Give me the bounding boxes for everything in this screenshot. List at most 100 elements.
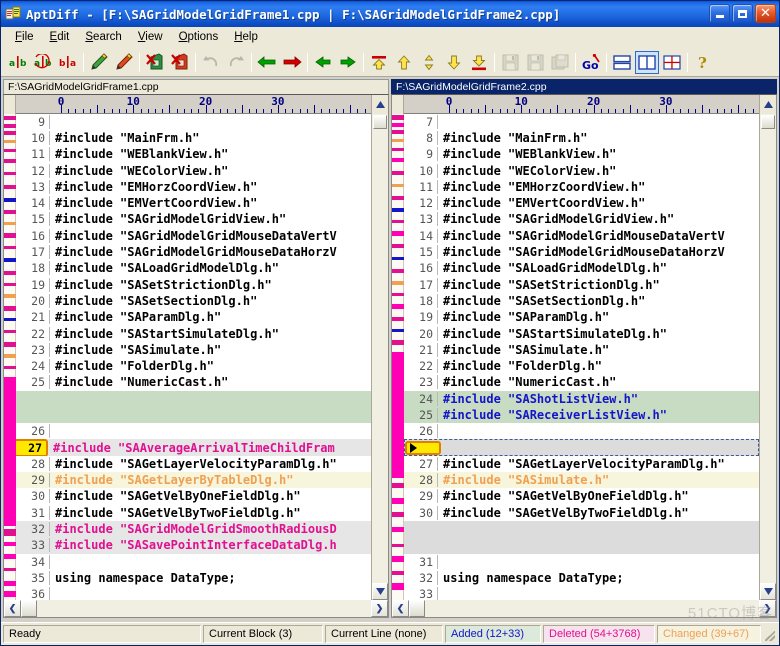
- code-line[interactable]: 29#include "SAGetVelByOneFieldDlg.h": [404, 488, 759, 504]
- last-difference-icon[interactable]: [467, 51, 491, 74]
- code-line[interactable]: 15#include "SAGridModelGridView.h": [16, 211, 371, 227]
- minimize-button[interactable]: [709, 4, 730, 23]
- code-line[interactable]: 22#include "FolderDlg.h": [404, 358, 759, 374]
- code-line[interactable]: [404, 521, 759, 537]
- code-line[interactable]: [16, 391, 371, 407]
- right-vscroll-track[interactable]: [760, 129, 776, 583]
- right-editor[interactable]: 78#include "MainFrm.h"9#include "WEBlank…: [404, 114, 759, 600]
- vertical-split-view-icon[interactable]: [635, 51, 659, 74]
- menu-help[interactable]: Help: [226, 29, 266, 46]
- code-line[interactable]: 13#include "EMHorzCoordView.h": [16, 179, 371, 195]
- code-line[interactable]: 15#include "SAGridModelGridMouseDataHorz…: [404, 244, 759, 260]
- save-left-icon[interactable]: [498, 51, 522, 74]
- right-horizontal-scrollbar[interactable]: ❮ ❯: [392, 600, 776, 617]
- code-line[interactable]: 16#include "SALoadGridModelDlg.h": [404, 260, 759, 276]
- code-line[interactable]: 25#include "SAReceiverListView.h": [404, 407, 759, 423]
- current-difference-icon[interactable]: [417, 51, 441, 74]
- code-line[interactable]: 9: [16, 114, 371, 130]
- save-all-icon[interactable]: [548, 51, 572, 74]
- code-line[interactable]: 26: [16, 423, 371, 439]
- previous-difference-icon[interactable]: [392, 51, 416, 74]
- code-line[interactable]: 28#include "SAGetLayerVelocityParamDlg.h…: [16, 456, 371, 472]
- code-line[interactable]: 36: [16, 586, 371, 600]
- code-line[interactable]: 10#include "WEColorView.h": [404, 162, 759, 178]
- code-line[interactable]: 21#include "SAParamDlg.h": [16, 309, 371, 325]
- left-change-map[interactable]: [4, 114, 16, 600]
- code-line[interactable]: 29#include "SAGetLayerByTableDlg.h": [16, 472, 371, 488]
- right-hscroll-track[interactable]: [425, 600, 759, 617]
- code-line[interactable]: 32using namespace DataType;: [404, 570, 759, 586]
- code-line[interactable]: 13#include "SAGridModelGridView.h": [404, 211, 759, 227]
- code-line[interactable]: 12#include "EMVertCoordView.h": [404, 195, 759, 211]
- copy-block-right-icon[interactable]: [280, 51, 304, 74]
- code-line[interactable]: 21#include "SASimulate.h": [404, 342, 759, 358]
- prev-pane-arrow-icon[interactable]: [311, 51, 335, 74]
- next-pane-arrow-icon[interactable]: [336, 51, 360, 74]
- code-line[interactable]: 31#include "SAGetVelByTwoFieldDlg.h": [16, 505, 371, 521]
- code-line[interactable]: 20#include "SAStartSimulateDlg.h": [404, 325, 759, 341]
- compare-ab-icon[interactable]: a b: [6, 51, 30, 74]
- right-pane-title[interactable]: F:\SAGridModelGridFrame2.cpp: [391, 79, 777, 94]
- left-hscroll-left-arrow[interactable]: ❮: [4, 600, 21, 617]
- code-line[interactable]: 18#include "SASetSectionDlg.h": [404, 293, 759, 309]
- code-line[interactable]: 18#include "SALoadGridModelDlg.h": [16, 260, 371, 276]
- code-line[interactable]: 30#include "SAGetVelByOneFieldDlg.h": [16, 488, 371, 504]
- code-line[interactable]: 27#include "SAGetLayerVelocityParamDlg.h…: [404, 456, 759, 472]
- close-left-file-icon[interactable]: [143, 51, 167, 74]
- code-line[interactable]: 14#include "SAGridModelGridMouseDataVert…: [404, 228, 759, 244]
- right-vscroll-thumb[interactable]: [761, 115, 775, 129]
- horizontal-split-view-icon[interactable]: [610, 51, 634, 74]
- right-vscroll-down-arrow[interactable]: [760, 583, 776, 600]
- left-hscroll-thumb[interactable]: [21, 600, 37, 617]
- next-difference-icon[interactable]: [442, 51, 466, 74]
- right-vertical-scrollbar[interactable]: [759, 114, 776, 600]
- left-hscroll-right-arrow[interactable]: ❯: [371, 600, 388, 617]
- code-line[interactable]: 24#include "FolderDlg.h": [16, 358, 371, 374]
- code-line[interactable]: [16, 407, 371, 423]
- code-line[interactable]: [404, 439, 759, 455]
- left-code-lines[interactable]: 910#include "MainFrm.h"11#include "WEBla…: [16, 114, 371, 600]
- grid-view-icon[interactable]: [660, 51, 684, 74]
- menu-options[interactable]: Options: [171, 29, 227, 46]
- code-line[interactable]: 14#include "EMVertCoordView.h": [16, 195, 371, 211]
- left-vscroll-thumb[interactable]: [373, 115, 387, 129]
- right-code-lines[interactable]: 78#include "MainFrm.h"9#include "WEBlank…: [404, 114, 759, 600]
- right-scroll-up-corner[interactable]: [759, 95, 776, 114]
- first-difference-icon[interactable]: [367, 51, 391, 74]
- right-hscroll-left-arrow[interactable]: ❮: [392, 600, 409, 617]
- code-line[interactable]: 31: [404, 554, 759, 570]
- close-button[interactable]: ✕: [755, 4, 776, 23]
- close-right-file-icon[interactable]: [168, 51, 192, 74]
- code-line[interactable]: 33#include "SASavePointInterfaceDataDlg.…: [16, 537, 371, 553]
- code-line[interactable]: 35using namespace DataType;: [16, 570, 371, 586]
- edit-left-pencil-icon[interactable]: [87, 51, 111, 74]
- code-line[interactable]: 23#include "NumericCast.h": [404, 374, 759, 390]
- code-line[interactable]: 8#include "MainFrm.h": [404, 130, 759, 146]
- code-line[interactable]: 12#include "WEColorView.h": [16, 162, 371, 178]
- code-line[interactable]: 9#include "WEBlankView.h": [404, 146, 759, 162]
- menu-file[interactable]: File: [7, 29, 42, 46]
- menu-search[interactable]: Search: [77, 29, 129, 46]
- goto-line-icon[interactable]: Go: [579, 51, 603, 74]
- code-line[interactable]: 25#include "NumericCast.h": [16, 374, 371, 390]
- code-line[interactable]: 33: [404, 586, 759, 600]
- code-line[interactable]: 19#include "SAParamDlg.h": [404, 309, 759, 325]
- code-line[interactable]: 24#include "SAShotListView.h": [404, 391, 759, 407]
- code-line[interactable]: 27#include "SAAverageArrivalTimeChildFra…: [16, 439, 371, 455]
- left-pane-title[interactable]: F:\SAGridModelGridFrame1.cpp: [3, 79, 389, 94]
- menu-edit[interactable]: Edit: [42, 29, 78, 46]
- save-right-icon[interactable]: [523, 51, 547, 74]
- maximize-button[interactable]: [732, 4, 753, 23]
- redo-icon[interactable]: [224, 51, 248, 74]
- code-line[interactable]: 28#include "SASimulate.h": [404, 472, 759, 488]
- code-line[interactable]: 11#include "WEBlankView.h": [16, 146, 371, 162]
- copy-block-left-icon[interactable]: [255, 51, 279, 74]
- left-vertical-scrollbar[interactable]: [371, 114, 388, 600]
- code-line[interactable]: 17#include "SAGridModelGridMouseDataHorz…: [16, 244, 371, 260]
- right-change-map[interactable]: [392, 114, 404, 600]
- right-hscroll-right-arrow[interactable]: ❯: [759, 600, 776, 617]
- code-line[interactable]: 19#include "SASetStrictionDlg.h": [16, 276, 371, 292]
- code-line[interactable]: 22#include "SAStartSimulateDlg.h": [16, 325, 371, 341]
- code-line[interactable]: 20#include "SASetSectionDlg.h": [16, 293, 371, 309]
- menu-view[interactable]: View: [130, 29, 171, 46]
